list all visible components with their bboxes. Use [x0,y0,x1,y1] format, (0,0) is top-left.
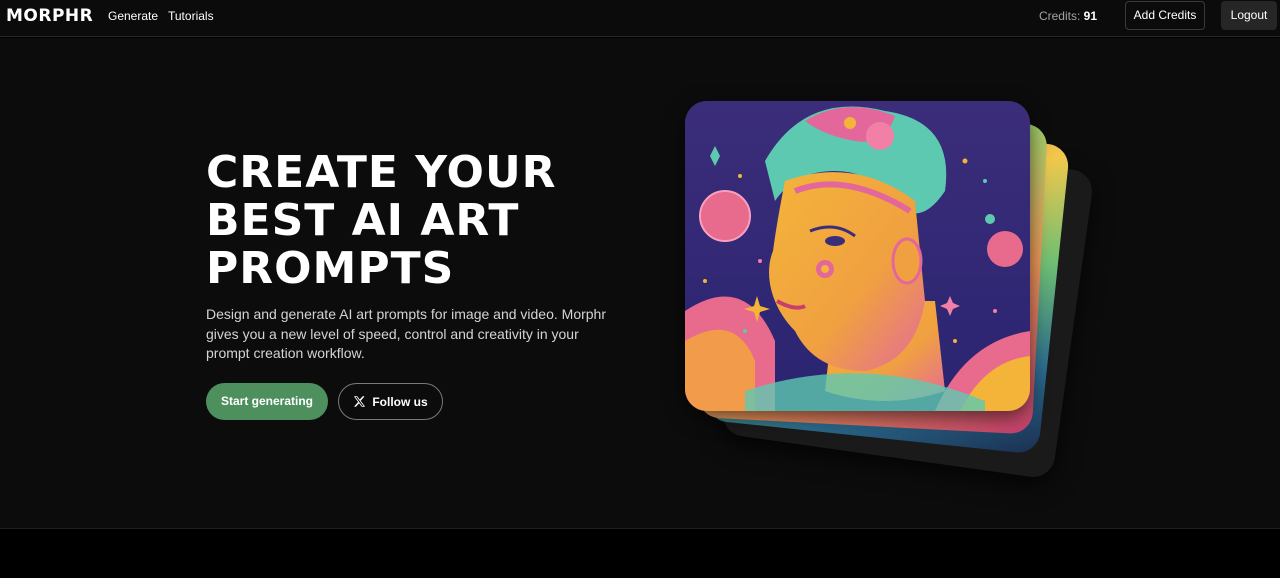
top-navbar: MORPHR Generate Tutorials Credits: 91 Ad… [0,0,1280,37]
credits-value: 91 [1083,9,1097,23]
start-generating-button[interactable]: Start generating [206,383,328,420]
nav-generate-link[interactable]: Generate [108,9,158,23]
x-logo-icon [354,396,366,407]
hero-title: CREATE YOUR BEST AI ART PROMPTS [206,149,606,293]
hero-title-line-1: CREATE YOUR [206,147,557,198]
morphr-logo[interactable]: MORPHR [6,6,93,26]
hero-description: Design and generate AI art prompts for i… [206,306,606,361]
logout-button[interactable]: Logout [1221,1,1277,30]
follow-us-label: Follow us [372,394,428,409]
credits-label: Credits: [1038,9,1081,23]
featured-art-image [685,101,1030,411]
hero-title-line-3: PROMPTS [206,243,455,294]
art-card-stack [680,98,1095,480]
add-credits-button[interactable]: Add Credits [1125,1,1205,30]
hero-title-line-2: BEST AI ART [206,195,520,246]
page-bottom-area [0,530,1280,578]
nav-tutorials-link[interactable]: Tutorials [168,9,214,23]
follow-us-button[interactable]: Follow us [338,383,443,420]
hero-section: CREATE YOUR BEST AI ART PROMPTS Design a… [0,38,1280,529]
credits-counter: Credits: 91 [1039,9,1097,23]
